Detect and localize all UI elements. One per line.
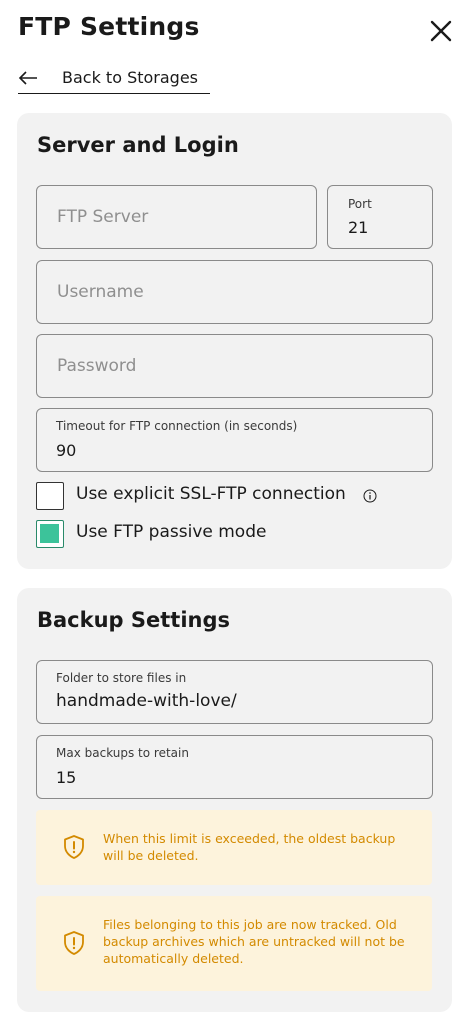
max-backups-label: Max backups to retain bbox=[56, 746, 189, 760]
max-backups-value: 15 bbox=[56, 768, 77, 787]
port-value: 21 bbox=[348, 218, 369, 237]
tracking-notice-text: Files belonging to this job are now trac… bbox=[103, 917, 405, 966]
ftp-server-placeholder: FTP Server bbox=[57, 207, 149, 227]
ftp-server-input[interactable]: FTP Server bbox=[36, 185, 317, 249]
port-label: Port bbox=[348, 197, 372, 211]
shield-warning-icon bbox=[62, 834, 86, 860]
folder-label: Folder to store files in bbox=[56, 671, 187, 685]
timeout-value: 90 bbox=[56, 441, 77, 460]
arrow-left-icon bbox=[18, 66, 38, 97]
password-placeholder: Password bbox=[57, 356, 137, 376]
passive-option-row: Use FTP passive mode bbox=[36, 520, 416, 550]
checkbox-fill bbox=[40, 524, 59, 543]
password-input[interactable]: Password bbox=[36, 334, 433, 398]
limit-notice: When this limit is exceeded, the oldest … bbox=[36, 810, 432, 885]
timeout-label: Timeout for FTP connection (in seconds) bbox=[56, 419, 298, 433]
info-icon[interactable] bbox=[363, 488, 377, 503]
passive-option-label: Use FTP passive mode bbox=[76, 522, 267, 542]
username-input[interactable]: Username bbox=[36, 260, 433, 324]
page-title: FTP Settings bbox=[18, 12, 200, 41]
backup-settings-title: Backup Settings bbox=[37, 608, 231, 632]
close-icon bbox=[430, 20, 452, 42]
limit-notice-text: When this limit is exceeded, the oldest … bbox=[103, 831, 396, 863]
timeout-input[interactable]: Timeout for FTP connection (in seconds) … bbox=[36, 408, 433, 472]
passive-checkbox[interactable] bbox=[36, 520, 64, 548]
close-button[interactable] bbox=[428, 18, 454, 44]
shield-warning-icon bbox=[62, 930, 86, 956]
header: FTP Settings bbox=[18, 12, 454, 52]
ssl-checkbox[interactable] bbox=[36, 482, 64, 510]
server-login-title: Server and Login bbox=[37, 133, 239, 157]
username-placeholder: Username bbox=[57, 282, 144, 302]
back-to-storages-link[interactable]: Back to Storages bbox=[18, 66, 210, 94]
ssl-option-row: Use explicit SSL-FTP connection bbox=[36, 482, 416, 512]
folder-input[interactable]: Folder to store files in handmade-with-l… bbox=[36, 660, 433, 724]
server-login-card: Server and Login FTP Server Port 21 User… bbox=[17, 113, 452, 569]
ssl-option-label: Use explicit SSL-FTP connection bbox=[76, 484, 346, 504]
max-backups-input[interactable]: Max backups to retain 15 bbox=[36, 735, 433, 799]
folder-value: handmade-with-love/ bbox=[56, 691, 237, 711]
port-input[interactable]: Port 21 bbox=[327, 185, 433, 249]
backup-settings-card: Backup Settings Folder to store files in… bbox=[17, 588, 452, 1012]
tracking-notice: Files belonging to this job are now trac… bbox=[36, 896, 432, 991]
back-link-label: Back to Storages bbox=[62, 68, 199, 87]
